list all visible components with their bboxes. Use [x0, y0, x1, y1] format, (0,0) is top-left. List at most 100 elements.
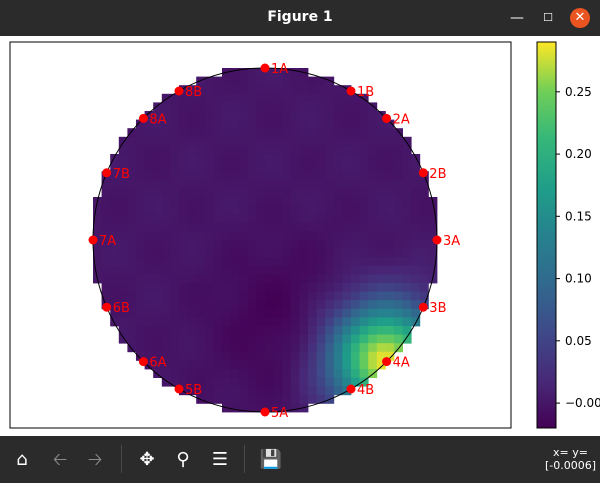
heatmap-cell [204, 93, 214, 103]
heatmap-cell [308, 171, 317, 181]
heatmap-cell [144, 265, 154, 275]
heatmap-cell [136, 222, 145, 232]
heatmap-cell [247, 231, 257, 241]
heatmap-cell [273, 102, 283, 112]
heatmap-cell [351, 102, 360, 112]
marker-6A [138, 357, 148, 367]
heatmap-cell [161, 265, 171, 275]
heatmap-cell [308, 394, 317, 404]
heatmap-cell [402, 197, 412, 206]
heatmap-cell [385, 317, 395, 327]
heatmap-cell [170, 179, 180, 189]
close-button[interactable]: ✕ [570, 8, 590, 28]
heatmap-cell [316, 136, 326, 146]
heatmap-cell [316, 317, 326, 327]
heatmap-cell [342, 154, 352, 163]
heatmap-cell [282, 162, 292, 172]
heatmap-cell [342, 128, 352, 138]
heatmap-cell [196, 205, 206, 215]
figure-canvas[interactable]: 1A 1B 2A 2B 3A 3B 4A 4B 5A 5B 6A 6B 7A 7B 8A 8B −0.00 0.… [0, 36, 600, 436]
heatmap-cell [213, 369, 223, 378]
heatmap-cell [351, 214, 360, 224]
heatmap-cell [333, 222, 343, 232]
heatmap-cell [351, 119, 360, 129]
heatmap-cell [299, 334, 309, 344]
colorbar [536, 41, 557, 429]
heatmap-cell [368, 145, 378, 155]
heatmap-cell [376, 128, 386, 138]
heatmap-cell [394, 179, 403, 189]
heatmap-cell [213, 145, 223, 155]
heatmap-cell [342, 257, 352, 267]
heatmap-cell [179, 188, 188, 198]
heatmap-cell [213, 102, 223, 112]
home-icon[interactable]: ⌂ [10, 449, 34, 471]
heatmap-cell [316, 85, 326, 95]
heatmap-cell [265, 111, 274, 120]
heatmap-cell [376, 334, 386, 344]
heatmap-cell [170, 291, 180, 301]
heatmap-cell [394, 162, 403, 172]
heatmap-cell [196, 222, 206, 232]
heatmap-cell [127, 326, 137, 335]
save-floppy-icon[interactable]: 💾 [259, 449, 283, 471]
heatmap-cell [230, 274, 240, 284]
heatmap-cell [402, 334, 412, 344]
heatmap-cell [273, 394, 283, 404]
heatmap-cell [213, 93, 223, 103]
heatmap-cell [213, 394, 223, 404]
heatmap-cell [316, 386, 326, 396]
heatmap-cell [359, 274, 369, 284]
heatmap-cell [359, 265, 369, 275]
pan-move-icon[interactable]: ✥ [135, 449, 159, 471]
heatmap-cell [170, 248, 180, 258]
marker-label-2B: 2B [429, 167, 446, 182]
heatmap-cell [196, 102, 206, 112]
heatmap-cell [273, 171, 283, 181]
heatmap-cell [144, 300, 154, 310]
heatmap-cell [247, 386, 257, 396]
forward-arrow-icon[interactable]: 🡢 [83, 449, 107, 471]
heatmap-cell [333, 162, 343, 172]
heatmap-cell [316, 128, 326, 138]
heatmap-cell [325, 265, 335, 275]
heatmap-cell [342, 119, 352, 129]
heatmap-cell [204, 171, 214, 181]
back-arrow-icon[interactable]: 🡠 [48, 449, 72, 471]
heatmap-cell [93, 222, 102, 232]
zoom-magnifier-icon[interactable]: ⚲ [171, 449, 195, 471]
heatmap-cell [368, 351, 378, 361]
coordinates-line-2: [-0.0006] [544, 459, 596, 472]
heatmap-cell [187, 119, 197, 129]
heatmap-cell [351, 171, 360, 181]
heatmap-cell [385, 136, 395, 146]
minimize-button[interactable]: — [507, 8, 527, 28]
heatmap-cell [230, 85, 240, 95]
heatmap-cell [308, 154, 317, 163]
heatmap-cell [204, 119, 214, 129]
heatmap-cell [213, 334, 223, 344]
heatmap-figure[interactable]: 1A 1B 2A 2B 3A 3B 4A 4B 5A 5B 6A 6B 7A 7B 8A 8B −0.00 0.… [0, 36, 600, 436]
heatmap-cell [213, 300, 223, 310]
heatmap-cell [299, 257, 309, 267]
heatmap-cell [376, 188, 386, 198]
heatmap-cell [368, 274, 378, 284]
heatmap-cell [316, 197, 326, 206]
heatmap-cell [394, 248, 403, 258]
heatmap-cell [376, 300, 386, 310]
heatmap-cell [204, 291, 214, 301]
heatmap-cell [196, 179, 206, 189]
maximize-button[interactable]: ☐ [538, 8, 558, 28]
configure-subplots-icon[interactable]: ☰ [208, 449, 232, 471]
heatmap-cell [342, 222, 352, 232]
heatmap-cell [282, 188, 292, 198]
heatmap-cell [239, 308, 249, 318]
heatmap-cell [204, 197, 214, 206]
heatmap-cell [170, 326, 180, 335]
heatmap-cell [316, 343, 326, 353]
heatmap-cell [161, 179, 171, 189]
heatmap-cell [333, 119, 343, 129]
heatmap-cell [273, 360, 283, 370]
heatmap-cell [239, 85, 249, 95]
heatmap-cell [170, 162, 180, 172]
